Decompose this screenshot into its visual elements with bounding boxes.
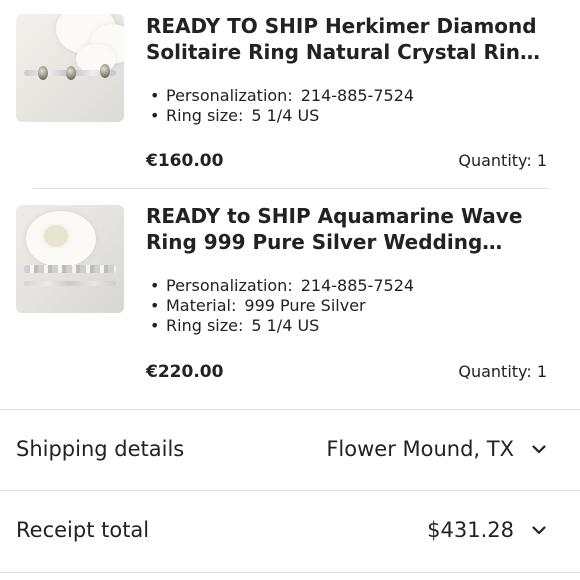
shipping-location: Flower Mound, TX xyxy=(326,437,514,461)
receipt-total-row[interactable]: Receipt total $431.28 xyxy=(0,491,580,571)
item-price: €160.00 xyxy=(146,151,224,171)
item-title[interactable]: READY TO SHIP Herkimer Diamond Solitaire… xyxy=(146,13,546,65)
property-ring-size: Ring size:5 1/4 US xyxy=(148,106,414,126)
item-quantity: Quantity: 1 xyxy=(458,151,547,170)
shipping-details-label: Shipping details xyxy=(16,437,185,461)
order-item: READY to SHIP Aquamarine Wave Ring 999 P… xyxy=(0,189,580,409)
item-properties: Personalization:214-885-7524 Ring size:5… xyxy=(148,86,414,126)
item-thumbnail-ring-photo[interactable] xyxy=(16,14,124,122)
item-properties: Personalization:214-885-7524 Material:99… xyxy=(148,276,414,336)
chevron-down-icon[interactable] xyxy=(530,440,548,458)
item-price: €220.00 xyxy=(146,362,224,382)
receipt-total-amount: $431.28 xyxy=(427,518,514,542)
property-ring-size: Ring size:5 1/4 US xyxy=(148,316,414,336)
item-thumbnail-ring-photo[interactable] xyxy=(16,205,124,313)
property-material: Material:999 Pure Silver xyxy=(148,296,414,316)
item-quantity: Quantity: 1 xyxy=(458,362,547,381)
section-divider xyxy=(0,572,580,573)
property-personalization: Personalization:214-885-7524 xyxy=(148,86,414,106)
order-item: READY TO SHIP Herkimer Diamond Solitaire… xyxy=(0,0,580,188)
receipt-total-label: Receipt total xyxy=(16,518,150,542)
chevron-down-icon[interactable] xyxy=(530,521,548,539)
property-personalization: Personalization:214-885-7524 xyxy=(148,276,414,296)
item-title[interactable]: READY to SHIP Aquamarine Wave Ring 999 P… xyxy=(146,203,546,255)
shipping-details-row[interactable]: Shipping details Flower Mound, TX xyxy=(0,410,580,490)
